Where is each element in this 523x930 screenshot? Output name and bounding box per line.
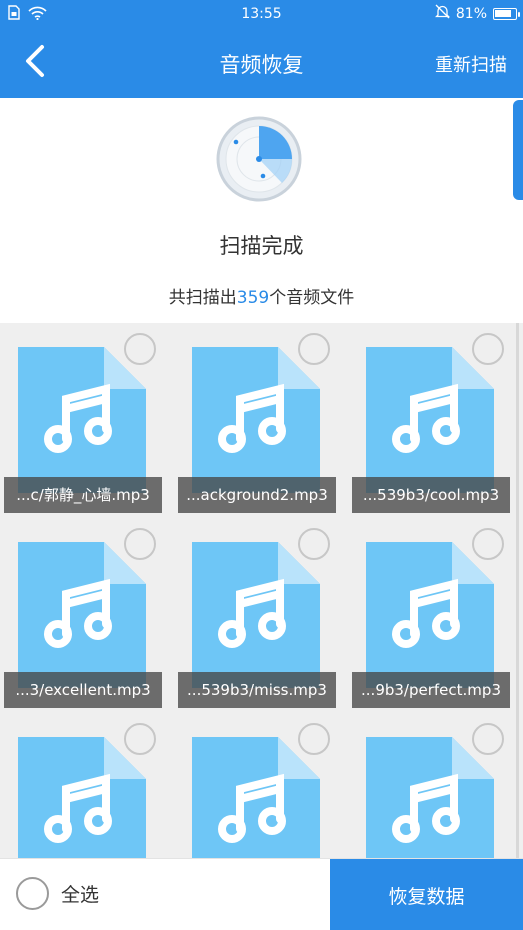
select-all-checkbox[interactable] — [16, 877, 49, 910]
audio-file-icon — [18, 542, 146, 688]
audio-file-icon — [366, 737, 494, 858]
file-select-checkbox[interactable] — [298, 723, 330, 755]
file-name-label: ...c/郭静_心墙.mp3 — [4, 477, 162, 513]
bottom-action-bar: 全选 恢复数据 — [0, 858, 523, 930]
file-name-label: ...539b3/miss.mp3 — [178, 672, 336, 708]
audio-file-icon — [192, 347, 320, 493]
scan-count-number: 359 — [236, 288, 270, 308]
radar-icon — [216, 116, 302, 202]
file-name-label: ...ackground2.mp3 — [178, 477, 336, 513]
scan-summary: 扫描完成 共扫描出359个音频文件 — [0, 98, 523, 323]
app-header: 13:55 81% 音频恢复 重新扫描 — [0, 0, 523, 98]
scan-count-text: 共扫描出359个音频文件 — [0, 283, 523, 308]
audio-file-item[interactable]: ...ackground2.mp3 — [174, 323, 340, 513]
audio-file-item[interactable]: ...539b3/cool.mp3 — [348, 323, 514, 513]
scrollbar[interactable] — [516, 323, 519, 858]
audio-file-item[interactable] — [0, 713, 166, 858]
audio-file-item[interactable] — [348, 713, 514, 858]
file-select-checkbox[interactable] — [472, 333, 504, 365]
audio-file-icon — [192, 737, 320, 858]
audio-file-icon — [18, 737, 146, 858]
audio-file-icon — [366, 347, 494, 493]
file-name-label: ...3/excellent.mp3 — [4, 672, 162, 708]
audio-file-item[interactable]: ...3/excellent.mp3 — [0, 518, 166, 708]
scan-count-suffix: 个音频文件 — [269, 288, 355, 308]
battery-icon — [493, 8, 520, 20]
audio-file-item[interactable]: ...c/郭静_心墙.mp3 — [0, 323, 166, 513]
status-bar: 13:55 81% — [0, 0, 523, 27]
battery-percent: 81% — [455, 5, 487, 22]
select-all-toggle[interactable]: 全选 — [16, 877, 99, 910]
file-name-label: ...539b3/cool.mp3 — [352, 477, 510, 513]
file-select-checkbox[interactable] — [298, 528, 330, 560]
audio-file-item[interactable] — [174, 713, 340, 858]
chevron-left-icon — [23, 44, 45, 82]
back-button[interactable] — [14, 41, 54, 85]
select-all-label: 全选 — [61, 884, 100, 906]
rescan-button[interactable]: 重新扫描 — [435, 51, 507, 77]
audio-file-icon — [18, 347, 146, 493]
file-select-checkbox[interactable] — [124, 333, 156, 365]
file-select-checkbox[interactable] — [124, 723, 156, 755]
file-name-label: ...9b3/perfect.mp3 — [352, 672, 510, 708]
audio-file-icon — [192, 542, 320, 688]
mute-icon — [434, 4, 450, 23]
file-select-checkbox[interactable] — [472, 723, 504, 755]
audio-file-icon — [366, 542, 494, 688]
scan-status: 扫描完成 — [219, 234, 304, 258]
file-select-checkbox[interactable] — [124, 528, 156, 560]
file-select-checkbox[interactable] — [472, 528, 504, 560]
nav-bar: 音频恢复 重新扫描 — [0, 27, 523, 98]
status-right-icons: 81% — [434, 4, 520, 23]
audio-file-grid: ...c/郭静_心墙.mp3 ...ackground2.mp3 ...539b3/… — [0, 323, 523, 858]
audio-file-item[interactable]: ...9b3/perfect.mp3 — [348, 518, 514, 708]
file-select-checkbox[interactable] — [298, 333, 330, 365]
restore-data-button[interactable]: 恢复数据 — [330, 859, 523, 930]
scroll-indicator[interactable] — [513, 100, 523, 200]
audio-file-item[interactable]: ...539b3/miss.mp3 — [174, 518, 340, 708]
scan-count-prefix: 共扫描出 — [168, 288, 237, 308]
